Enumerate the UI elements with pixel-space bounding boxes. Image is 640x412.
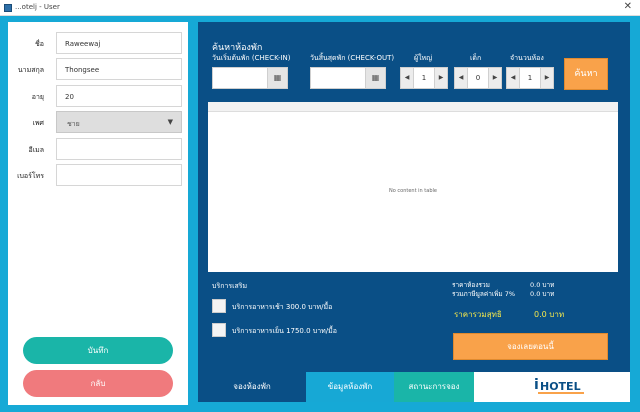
- chevron-down-icon: ▼: [167, 118, 173, 126]
- window-title: ...otelj - User: [15, 3, 60, 11]
- services-title: บริการเสริม: [212, 282, 248, 290]
- first-name-label: ชื่อ: [35, 40, 44, 48]
- adults-label: ผู้ใหญ่: [414, 54, 433, 62]
- first-name-field[interactable]: Raweewaj: [56, 32, 182, 54]
- increment-icon[interactable]: ▶: [540, 68, 553, 88]
- total-value: 0.0 บาท: [534, 310, 565, 319]
- children-stepper[interactable]: ◀ 0 ▶: [454, 67, 502, 89]
- vat-label: รวมภาษีมูลค่าเพิ่ม 7%: [452, 290, 516, 298]
- children-label: เด็ก: [470, 54, 482, 62]
- increment-icon[interactable]: ▶: [488, 68, 501, 88]
- increment-icon[interactable]: ▶: [434, 68, 447, 88]
- gender-row: เพศ ชาย ▼: [8, 111, 188, 133]
- last-name-row: นามสกุล Thongsee: [8, 58, 188, 80]
- rooms-stepper[interactable]: ◀ 1 ▶: [506, 67, 554, 89]
- calendar-icon[interactable]: ▦: [365, 68, 385, 88]
- email-row: อีเมล: [8, 138, 188, 160]
- last-name-field[interactable]: Thongsee: [56, 58, 182, 80]
- age-field[interactable]: 20: [56, 85, 182, 107]
- table-header: [208, 102, 618, 112]
- rooms-label: จำนวนห้อง: [510, 54, 544, 62]
- checkout-date-input[interactable]: ▦: [310, 67, 386, 89]
- phone-field[interactable]: [56, 164, 182, 186]
- first-name-row: ชื่อ Raweewaj: [8, 32, 188, 54]
- decrement-icon[interactable]: ◀: [455, 68, 468, 88]
- close-icon[interactable]: ✕: [624, 1, 632, 12]
- gender-select[interactable]: ชาย ▼: [56, 111, 182, 133]
- search-button[interactable]: ค้นหา: [564, 58, 608, 90]
- customer-form-panel: ชื่อ Raweewaj นามสกุล Thongsee อายุ 20 เ…: [8, 22, 188, 405]
- tab-booking-status[interactable]: สถานะการจอง: [394, 372, 474, 402]
- empty-table-text: No content in table: [389, 188, 437, 194]
- last-name-label: นามสกุล: [17, 66, 44, 74]
- gender-label: เพศ: [32, 119, 44, 127]
- back-button[interactable]: กลับ: [23, 370, 173, 397]
- service-breakfast[interactable]: บริการอาหารเช้า 300.0 บาท/มื้อ: [212, 299, 392, 315]
- room-results-table[interactable]: No content in table: [208, 102, 618, 272]
- dinner-checkbox[interactable]: [212, 323, 226, 337]
- tab-room-info[interactable]: ข้อมูลห้องพัก: [306, 372, 394, 402]
- title-bar: ...otelj - User ✕: [0, 0, 640, 16]
- book-now-button[interactable]: จองเลยตอนนี้: [453, 333, 608, 360]
- email-label: อีเมล: [28, 146, 44, 154]
- vat-value: 0.0 บาท: [530, 290, 555, 298]
- calendar-icon[interactable]: ▦: [267, 68, 287, 88]
- total-label: ราคารวมสุทธิ: [454, 310, 502, 319]
- adults-stepper[interactable]: ◀ 1 ▶: [400, 67, 448, 89]
- app-icon: [4, 4, 12, 12]
- age-row: อายุ 20: [8, 85, 188, 107]
- adults-value: 1: [421, 74, 427, 82]
- search-title: ค้นหาห้องพัก: [212, 43, 263, 53]
- breakfast-checkbox[interactable]: [212, 299, 226, 313]
- checkin-label: วันเริ่มต้นพัก (CHECK-IN): [212, 54, 291, 62]
- email-field[interactable]: [56, 138, 182, 160]
- dinner-label: บริการอาหารเย็น 1750.0 บาท/มื้อ: [232, 327, 337, 335]
- age-label: อายุ: [31, 93, 44, 101]
- phone-label: เบอร์โทร: [17, 172, 44, 180]
- service-dinner[interactable]: บริการอาหารเย็น 1750.0 บาท/มื้อ: [212, 323, 392, 339]
- gender-select-value: ชาย: [67, 120, 80, 128]
- children-value: 0: [475, 74, 481, 82]
- checkin-date-input[interactable]: ▦: [212, 67, 288, 89]
- phone-row: เบอร์โทร: [8, 164, 188, 186]
- rooms-value: 1: [527, 74, 533, 82]
- logo-accent: [538, 392, 584, 394]
- logo-i: i: [534, 377, 539, 393]
- checkout-label: วันสิ้นสุดพัก (CHECK-OUT): [310, 54, 395, 62]
- hotel-logo: i HOTEL: [474, 372, 630, 402]
- breakfast-label: บริการอาหารเช้า 300.0 บาท/มื้อ: [232, 303, 333, 311]
- save-button[interactable]: บันทึก: [23, 337, 173, 364]
- decrement-icon[interactable]: ◀: [401, 68, 414, 88]
- bottom-tab-bar: จองห้องพัก ข้อมูลห้องพัก สถานะการจอง i H…: [198, 372, 630, 402]
- decrement-icon[interactable]: ◀: [507, 68, 520, 88]
- tab-booking[interactable]: จองห้องพัก: [198, 372, 306, 402]
- booking-panel: ค้นหาห้องพัก วันเริ่มต้นพัก (CHECK-IN) ▦…: [198, 22, 630, 372]
